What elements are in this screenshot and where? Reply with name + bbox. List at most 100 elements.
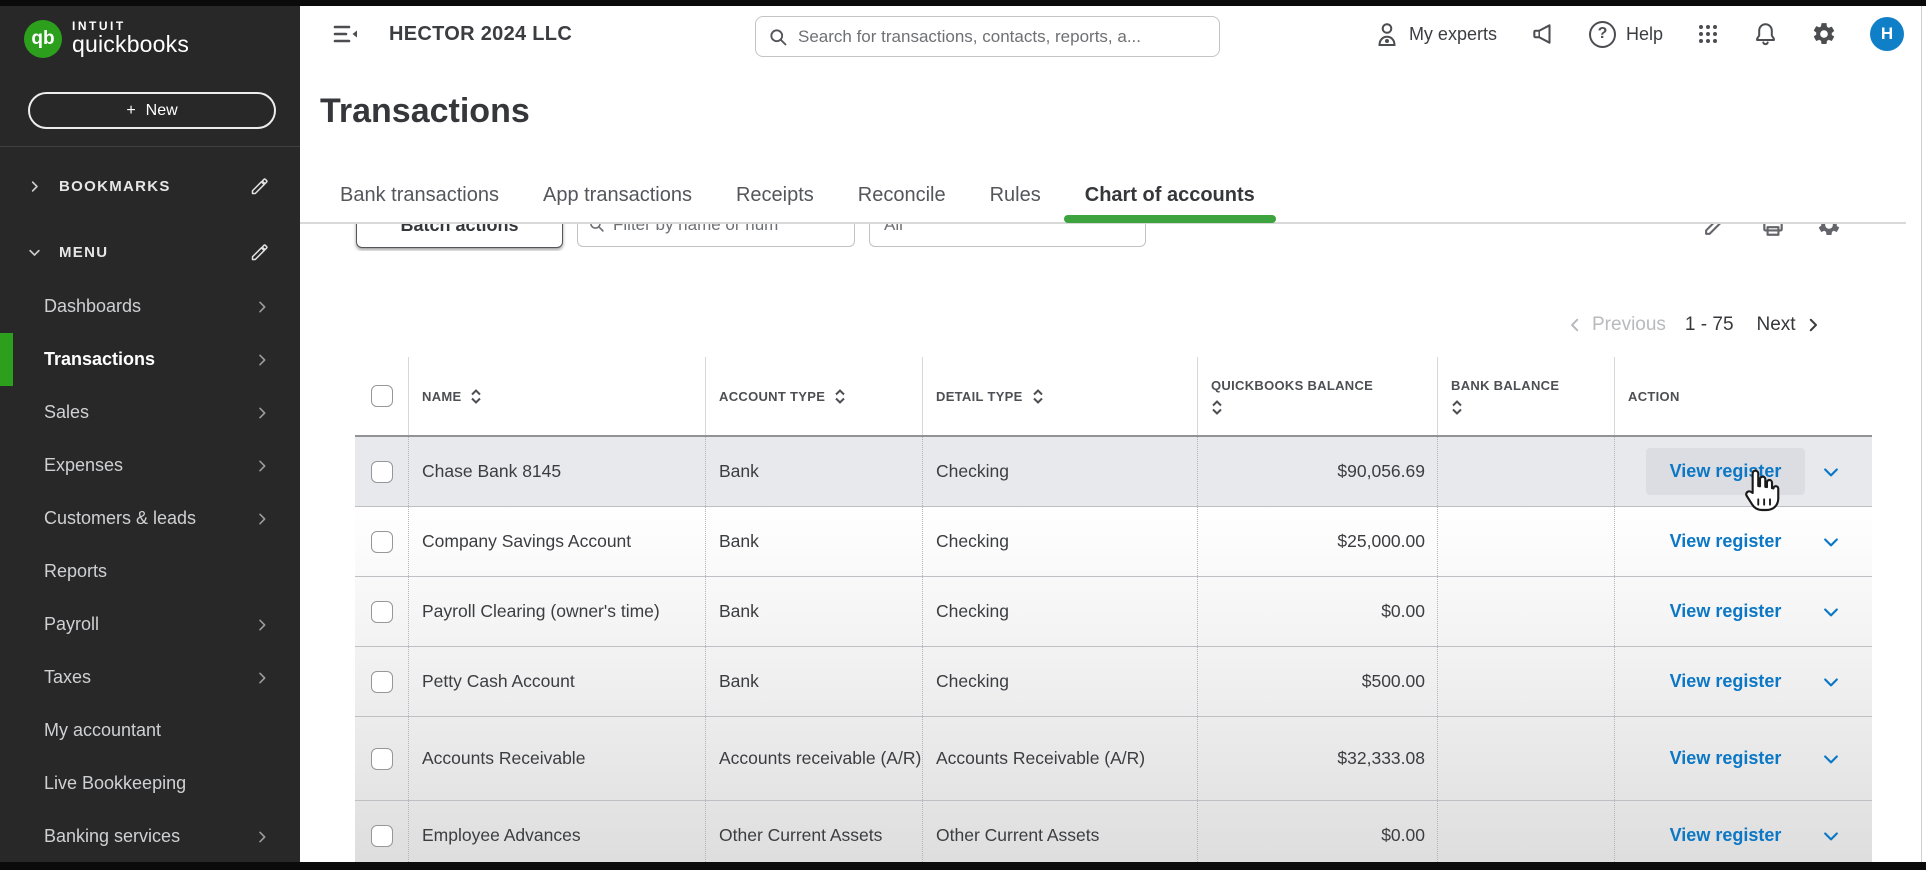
- row-checkbox[interactable]: [370, 670, 393, 693]
- column-header-detail-type[interactable]: DETAIL TYPE: [922, 357, 1197, 435]
- filter-input[interactable]: [613, 224, 844, 235]
- row-checkbox[interactable]: [370, 460, 393, 483]
- previous-page-button[interactable]: Previous: [1566, 314, 1666, 336]
- sidebar-item[interactable]: Reports: [0, 545, 300, 598]
- sidebar-section-menu[interactable]: MENU: [0, 224, 300, 280]
- view-register-button[interactable]: View register: [1646, 812, 1806, 858]
- sidebar-item[interactable]: My accountant: [0, 704, 300, 757]
- chevron-down-icon[interactable]: [1821, 462, 1841, 482]
- chevron-right-icon: [254, 352, 270, 368]
- tab[interactable]: Reconcile: [858, 184, 946, 221]
- type-filter-dropdown[interactable]: All: [869, 224, 1146, 247]
- sidebar: qb intuit quickbooks + New BOOKMARKS MEN…: [0, 0, 300, 870]
- row-checkbox[interactable]: [370, 600, 393, 623]
- sort-icon: [1212, 399, 1222, 415]
- announcements-button[interactable]: [1530, 21, 1556, 47]
- account-type-cell: Accounts receivable (A/R): [705, 717, 922, 800]
- batch-actions-button[interactable]: Batch actions: [356, 224, 563, 248]
- sidebar-item[interactable]: Customers & leads: [0, 492, 300, 545]
- column-header-bank-balance[interactable]: BANK BALANCE: [1437, 357, 1614, 435]
- sidebar-item[interactable]: Live Bookkeeping: [0, 757, 300, 810]
- chevron-right-icon: [1809, 318, 1817, 332]
- chevron-down-icon[interactable]: [1821, 532, 1841, 552]
- table-row: Company Savings Account Bank Checking $2…: [355, 507, 1872, 577]
- tab[interactable]: Chart of accounts: [1063, 184, 1276, 223]
- megaphone-icon: [1533, 24, 1551, 44]
- chevron-down-icon[interactable]: [1821, 826, 1841, 846]
- detail-type-cell: Accounts Receivable (A/R): [922, 717, 1197, 800]
- tab[interactable]: Rules: [990, 184, 1041, 221]
- apps-button[interactable]: [1696, 22, 1720, 46]
- column-header-quickbooks-balance[interactable]: QUICKBOOKS BALANCE: [1197, 357, 1437, 435]
- letterbox-bottom: [0, 862, 1926, 870]
- chevron-down-icon: [29, 249, 40, 256]
- quickbooks-balance-cell: $500.00: [1197, 647, 1437, 716]
- select-all-checkbox-cell: [355, 357, 408, 435]
- sidebar-item[interactable]: Taxes: [0, 651, 300, 704]
- select-all-checkbox[interactable]: [370, 385, 393, 407]
- avatar[interactable]: H: [1870, 17, 1904, 51]
- tab[interactable]: Bank transactions: [340, 184, 499, 221]
- tab[interactable]: Receipts: [736, 184, 814, 221]
- column-header-account-type[interactable]: ACCOUNT TYPE: [705, 357, 922, 435]
- chevron-down-icon[interactable]: [1821, 602, 1841, 622]
- header-left: HECTOR 2024 LLC: [332, 6, 572, 62]
- filter-field[interactable]: [577, 224, 855, 247]
- settings-button[interactable]: [1811, 21, 1837, 47]
- sidebar-section-bookmarks[interactable]: BOOKMARKS: [0, 158, 300, 214]
- account-name-cell: Petty Cash Account: [408, 647, 705, 716]
- row-checkbox[interactable]: [370, 747, 393, 770]
- pencil-icon[interactable]: [250, 242, 270, 262]
- quickbooks-logo-icon: qb: [24, 20, 62, 58]
- sidebar-item[interactable]: Transactions: [0, 333, 300, 386]
- column-header-action: ACTION: [1614, 357, 1872, 435]
- notifications-button[interactable]: [1753, 21, 1778, 47]
- column-header-name[interactable]: NAME: [408, 357, 705, 435]
- pencil-icon[interactable]: [250, 176, 270, 196]
- next-page-button[interactable]: Next: [1757, 314, 1822, 336]
- sidebar-divider: [0, 146, 300, 147]
- my-experts-button[interactable]: My experts: [1375, 21, 1497, 47]
- new-button[interactable]: + New: [28, 92, 276, 129]
- chevron-down-icon[interactable]: [1821, 672, 1841, 692]
- help-button[interactable]: ? Help: [1588, 20, 1663, 48]
- quickbooks-balance-cell: $25,000.00: [1197, 507, 1437, 576]
- pagination-range: 1 - 75: [1684, 314, 1734, 335]
- tab[interactable]: App transactions: [543, 184, 692, 221]
- view-register-button[interactable]: View register: [1646, 735, 1806, 781]
- table-header: NAME ACCOUNT TYPE DETAIL TYPE QUICKBOOKS…: [355, 357, 1872, 437]
- chevron-right-icon: [254, 670, 270, 686]
- sort-icon: [835, 388, 845, 404]
- print-icon[interactable]: [1760, 224, 1786, 243]
- chevron-down-icon[interactable]: [1821, 749, 1841, 769]
- global-search[interactable]: [755, 16, 1220, 57]
- detail-type-cell: Checking: [922, 437, 1197, 506]
- sidebar-item[interactable]: Banking services: [0, 810, 300, 863]
- quickbooks-logo: qb intuit quickbooks: [24, 20, 189, 58]
- person-icon: [1378, 23, 1396, 46]
- letterbox-top: [0, 0, 1926, 6]
- sidebar-item[interactable]: Payroll: [0, 598, 300, 651]
- sidebar-item[interactable]: Sales: [0, 386, 300, 439]
- sidebar-item[interactable]: Dashboards: [0, 280, 300, 333]
- quickbooks-wordmark: quickbooks: [72, 31, 190, 58]
- table-row: Employee Advances Other Current Assets O…: [355, 801, 1872, 863]
- company-name: HECTOR 2024 LLC: [389, 22, 573, 45]
- chevron-right-icon: [254, 458, 270, 474]
- view-register-button[interactable]: View register: [1646, 658, 1806, 704]
- chevron-right-icon: [254, 299, 270, 315]
- bank-balance-cell: [1437, 717, 1614, 800]
- view-register-button[interactable]: View register: [1646, 588, 1806, 634]
- row-checkbox[interactable]: [370, 530, 393, 553]
- table-settings-icon[interactable]: [1816, 224, 1842, 243]
- edit-columns-icon[interactable]: [1703, 224, 1728, 242]
- plus-icon: +: [126, 101, 136, 119]
- table-controls: Batch actions All: [300, 224, 1910, 251]
- sidebar-item[interactable]: Expenses: [0, 439, 300, 492]
- table-row: Payroll Clearing (owner's time) Bank Che…: [355, 577, 1872, 647]
- row-checkbox[interactable]: [370, 824, 393, 847]
- sort-icon: [1452, 399, 1462, 415]
- view-register-button[interactable]: View register: [1646, 518, 1806, 564]
- collapse-menu-icon[interactable]: [332, 22, 359, 46]
- search-input[interactable]: [798, 26, 1207, 47]
